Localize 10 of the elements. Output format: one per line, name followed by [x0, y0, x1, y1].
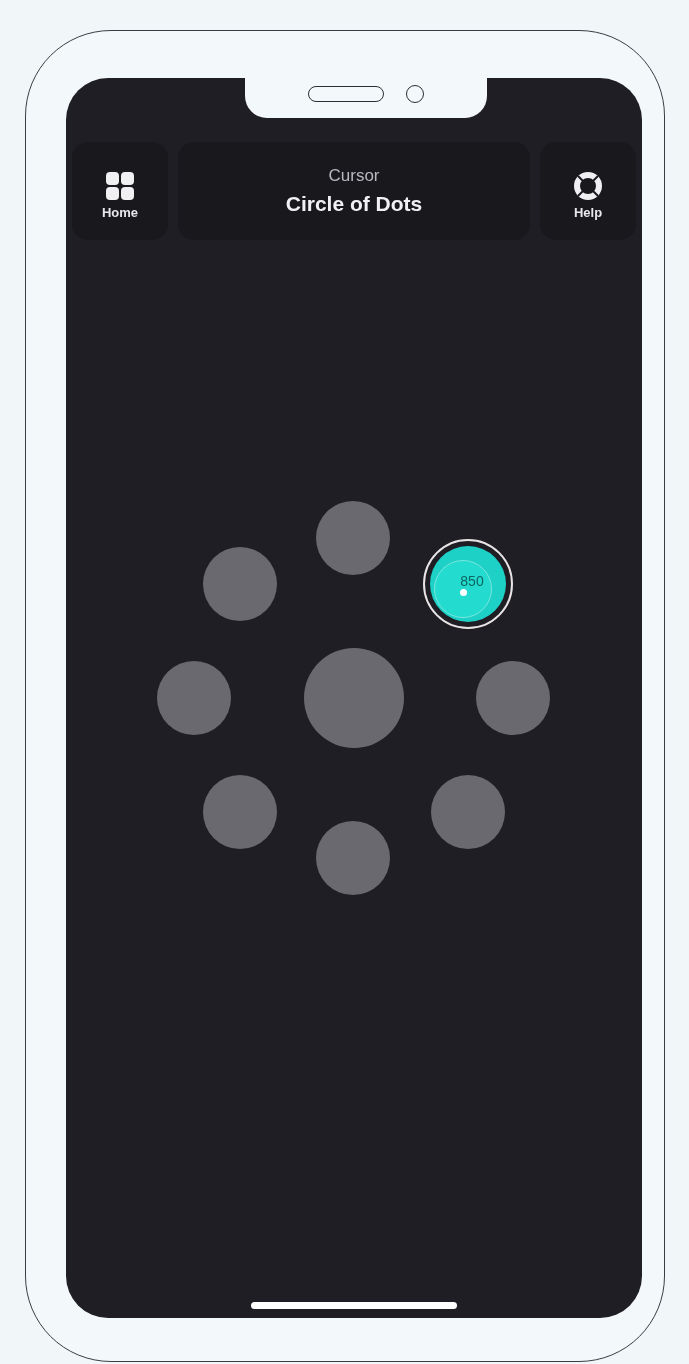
cursor-point [460, 589, 467, 596]
lifebuoy-icon [573, 170, 603, 201]
subtitle: Cursor [328, 166, 380, 186]
screen-title: Circle of Dots [285, 192, 423, 216]
inner-circle [434, 560, 492, 618]
home-button[interactable]: Home [72, 142, 168, 240]
help-button[interactable]: Help [540, 142, 636, 240]
selected-dot[interactable]: 850 [423, 539, 513, 629]
dot-value: 850 [460, 573, 484, 589]
grid-icon [105, 170, 135, 201]
